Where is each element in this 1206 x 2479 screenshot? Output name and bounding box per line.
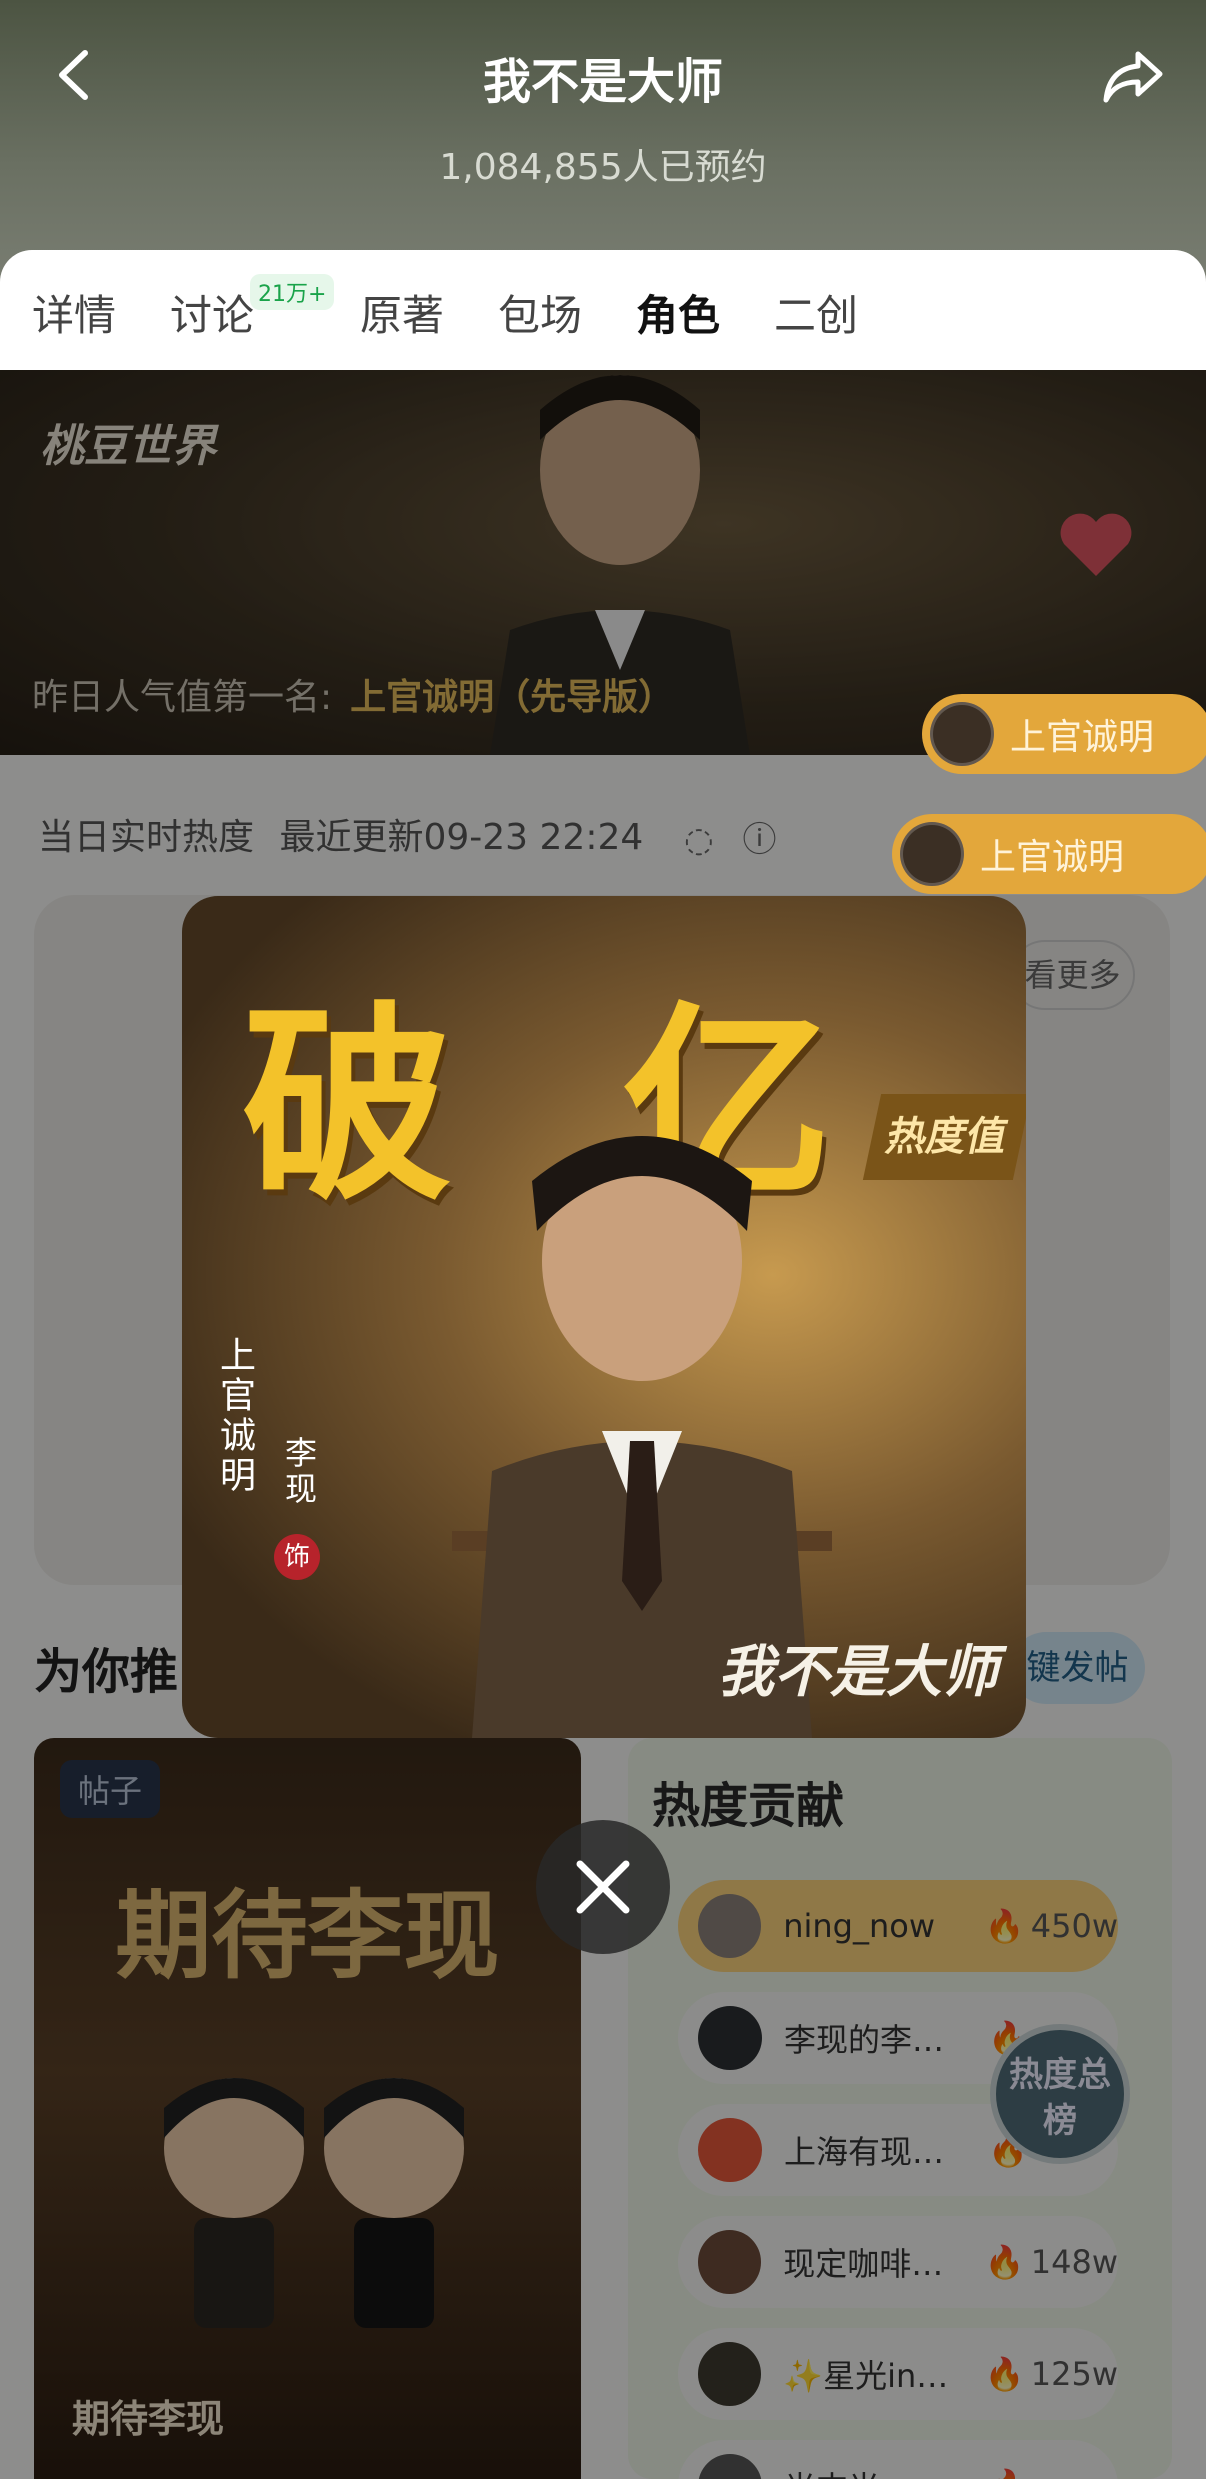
- poster-title-signature: 我不是大师: [718, 1639, 998, 1705]
- tab-booking[interactable]: 包场: [498, 282, 582, 343]
- user-pill[interactable]: 上官诚明: [922, 694, 1206, 774]
- tab-fan-creation[interactable]: 二创: [774, 282, 858, 343]
- avatar: [930, 702, 994, 766]
- tab-bar: 详情 讨论 原著 包场 角色 二创: [0, 250, 1206, 370]
- poster-big-left: 破: [242, 982, 453, 1229]
- reservation-count: 1,084,855人已预约: [439, 147, 767, 188]
- avatar: [900, 822, 964, 886]
- user-pill-label: 上官诚明: [980, 837, 1125, 878]
- user-pill[interactable]: 上官诚明: [892, 814, 1206, 894]
- close-button[interactable]: [536, 1820, 670, 1954]
- user-pill-label: 上官诚明: [1010, 717, 1155, 758]
- share-icon[interactable]: [1098, 40, 1170, 112]
- poster-role-name: 上官诚明: [214, 1336, 255, 1496]
- heat-poster: 破 亿 热度值 上官诚明 李现 饰 我不是大师: [182, 896, 1026, 1738]
- tab-original[interactable]: 原著: [360, 282, 444, 343]
- close-icon: [576, 1860, 630, 1914]
- discussion-count-badge: 21万+: [250, 274, 335, 310]
- poster-seal: 饰: [274, 1534, 320, 1580]
- tab-discussion[interactable]: 讨论: [170, 282, 254, 343]
- poster-actor: 李现: [280, 1436, 318, 1508]
- page-title: 我不是大师: [482, 54, 723, 110]
- tab-details[interactable]: 详情: [32, 282, 116, 343]
- poster-heat-label: 热度值: [862, 1094, 1026, 1180]
- tab-characters[interactable]: 角色: [636, 282, 720, 343]
